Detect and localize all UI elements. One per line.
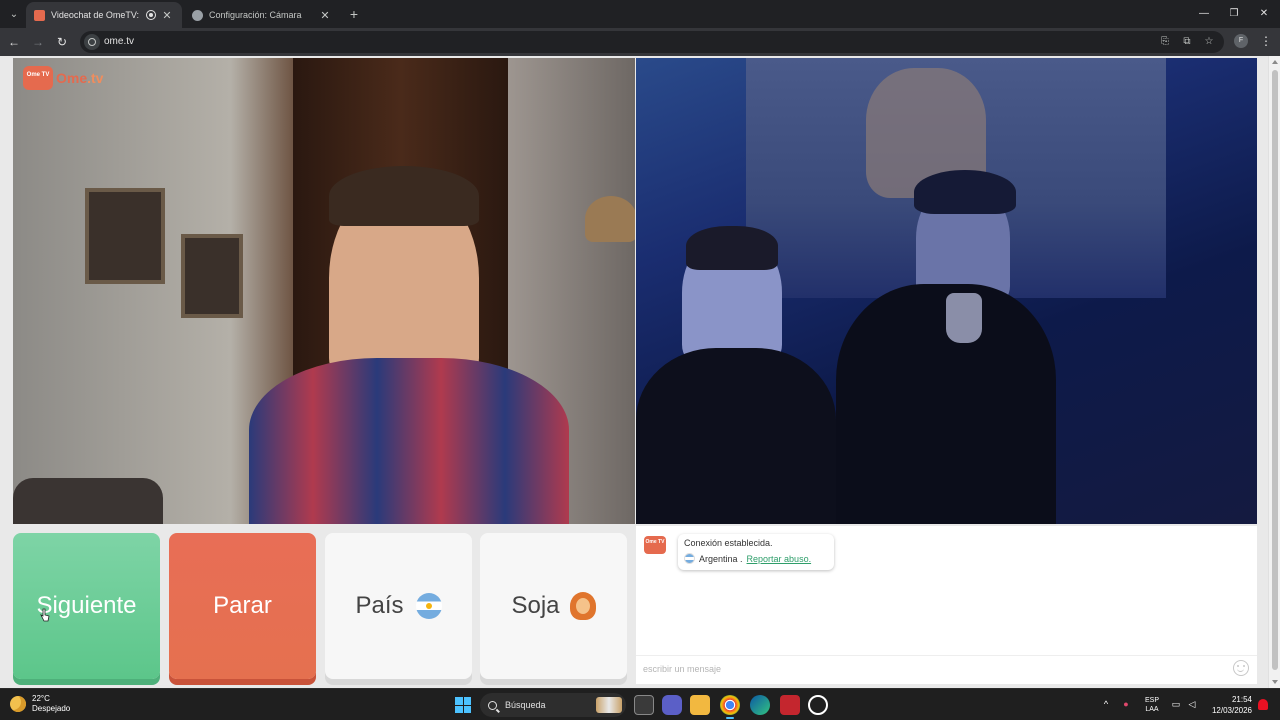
tab-close-icon[interactable]: ✕ xyxy=(160,9,174,22)
logo-text: Ome xyxy=(56,70,88,86)
partner-country: Argentina . xyxy=(699,553,743,564)
bookmark-star-icon[interactable]: ☆ xyxy=(1202,35,1216,49)
app-icon[interactable] xyxy=(780,695,800,715)
wall-picture xyxy=(85,188,165,284)
logo-tv-icon: Ome TV xyxy=(23,66,53,90)
address-bar[interactable]: ome.tv ⎘ ⧉ ☆ xyxy=(80,31,1224,53)
menu-icon[interactable]: ⋮ xyxy=(1260,34,1272,48)
search-label: Búsqueda xyxy=(505,700,546,710)
network-icon[interactable]: ▭ xyxy=(1170,698,1182,710)
language-indicator[interactable]: ESP LAA xyxy=(1142,696,1162,714)
tab-title: Configuración: Cámara xyxy=(209,10,302,20)
keyboard-layout: LAA xyxy=(1145,706,1159,713)
system-clock[interactable]: 21:54 12/03/2026 xyxy=(1206,694,1252,716)
restore-icon[interactable]: ❐ xyxy=(1226,6,1242,22)
search-icon xyxy=(488,700,497,710)
install-app-icon[interactable]: ⧉ xyxy=(1180,35,1194,49)
task-view-icon[interactable] xyxy=(634,695,654,715)
close-window-icon[interactable]: ✕ xyxy=(1256,6,1272,22)
remote-person-hair xyxy=(686,226,778,270)
argentina-flag-icon xyxy=(684,553,695,564)
clock-time: 21:54 xyxy=(1231,695,1252,704)
volume-icon[interactable]: ◁ xyxy=(1186,698,1198,710)
browser-tab-bar: ⌄ Videochat de OmeTV: una ✕ Configuració… xyxy=(0,0,1280,28)
back-icon[interactable]: ← xyxy=(6,34,22,50)
ometv-avatar-icon: Ome TV xyxy=(644,536,666,554)
file-explorer-icon[interactable] xyxy=(690,695,710,715)
connection-status: Conexión establecida. xyxy=(684,538,773,548)
next-button[interactable]: Siguiente xyxy=(13,533,160,679)
windows-start-icon[interactable] xyxy=(455,697,471,713)
notification-bell-icon[interactable] xyxy=(1258,699,1268,710)
reload-icon[interactable]: ↻ xyxy=(54,34,70,50)
wall-lamp xyxy=(585,196,635,242)
ometv-favicon-icon xyxy=(34,9,45,21)
gender-button-label: Soja xyxy=(511,592,560,619)
system-message: Conexión establecida. Argentina . Report… xyxy=(678,534,834,570)
local-person-shirt xyxy=(249,358,569,524)
remote-video xyxy=(636,58,1257,524)
search-highlight-image xyxy=(596,697,622,713)
microphone-icon[interactable]: ● xyxy=(1120,698,1132,710)
stop-button[interactable]: Parar xyxy=(169,533,316,679)
weather-desc: Despejado xyxy=(32,704,71,713)
tab-settings-camera[interactable]: Configuración: Cámara ✕ xyxy=(184,2,340,28)
browser-toolbar: ← → ↻ ome.tv ⎘ ⧉ ☆ F ⋮ xyxy=(0,28,1280,56)
app-icon[interactable] xyxy=(808,695,828,715)
local-video: Ome TV Ome.tv xyxy=(13,58,635,524)
chevron-up-icon[interactable]: ^ xyxy=(1100,698,1112,710)
gear-icon xyxy=(192,9,203,21)
moon-icon xyxy=(10,696,26,712)
chrome-icon[interactable] xyxy=(720,695,740,719)
report-abuse-link[interactable]: Reportar abuso. xyxy=(747,554,812,564)
language-code: ESP xyxy=(1144,697,1159,704)
taskbar-search[interactable]: Búsqueda xyxy=(480,693,626,717)
logo-text-accent: .tv xyxy=(87,70,104,86)
url-text: ome.tv xyxy=(104,36,135,47)
couch xyxy=(13,478,163,524)
recording-indicator-icon xyxy=(146,10,156,20)
remote-person-cap xyxy=(914,170,1016,214)
edge-icon[interactable] xyxy=(750,695,770,715)
weather-widget[interactable]: 22°C Despejado xyxy=(10,694,70,714)
new-tab-button[interactable]: + xyxy=(346,6,362,22)
tab-close-icon[interactable]: ✕ xyxy=(318,9,332,22)
tab-ometv[interactable]: Videochat de OmeTV: una ✕ xyxy=(26,2,182,28)
local-person-hair xyxy=(329,166,479,226)
message-input[interactable]: escribir un mensaje xyxy=(636,655,1257,681)
chat-panel: Ome TV Conexión establecida. Argentina .… xyxy=(636,526,1257,684)
minimize-icon[interactable]: — xyxy=(1196,6,1212,22)
tab-title: Videochat de OmeTV: una xyxy=(51,10,142,20)
profile-avatar[interactable]: F xyxy=(1234,34,1248,48)
clock-date: 12/03/2026 xyxy=(1211,706,1252,715)
wall-picture xyxy=(181,234,243,318)
mate-cup xyxy=(946,293,982,343)
translate-icon[interactable]: ⎘ xyxy=(1158,35,1172,49)
site-info-icon[interactable] xyxy=(84,34,100,50)
emoji-picker-icon[interactable] xyxy=(1233,660,1249,676)
argentina-flag-icon xyxy=(415,593,442,619)
remote-person-body xyxy=(636,348,836,524)
ometv-logo: Ome TV Ome.tv xyxy=(23,66,103,90)
forward-icon[interactable]: → xyxy=(30,34,46,50)
page-scrollbar[interactable] xyxy=(1268,56,1280,688)
country-button-label: País xyxy=(355,592,404,619)
tab-search-icon[interactable]: ⌄ xyxy=(4,4,24,24)
gender-filter-button[interactable]: Soja xyxy=(480,533,627,679)
weather-temp: 22°C xyxy=(32,694,50,703)
windows-taskbar: 22°C Despejado Búsqueda ^ ● ESP LAA ▭ ◁ … xyxy=(0,688,1280,720)
country-filter-button[interactable]: País xyxy=(325,533,472,679)
woman-emoji-icon xyxy=(569,592,596,620)
mouse-pointer-icon xyxy=(40,608,50,622)
teams-icon[interactable] xyxy=(662,695,682,715)
ometv-page: Ome TV Ome.tv Siguiente Parar País Soja … xyxy=(0,56,1280,688)
